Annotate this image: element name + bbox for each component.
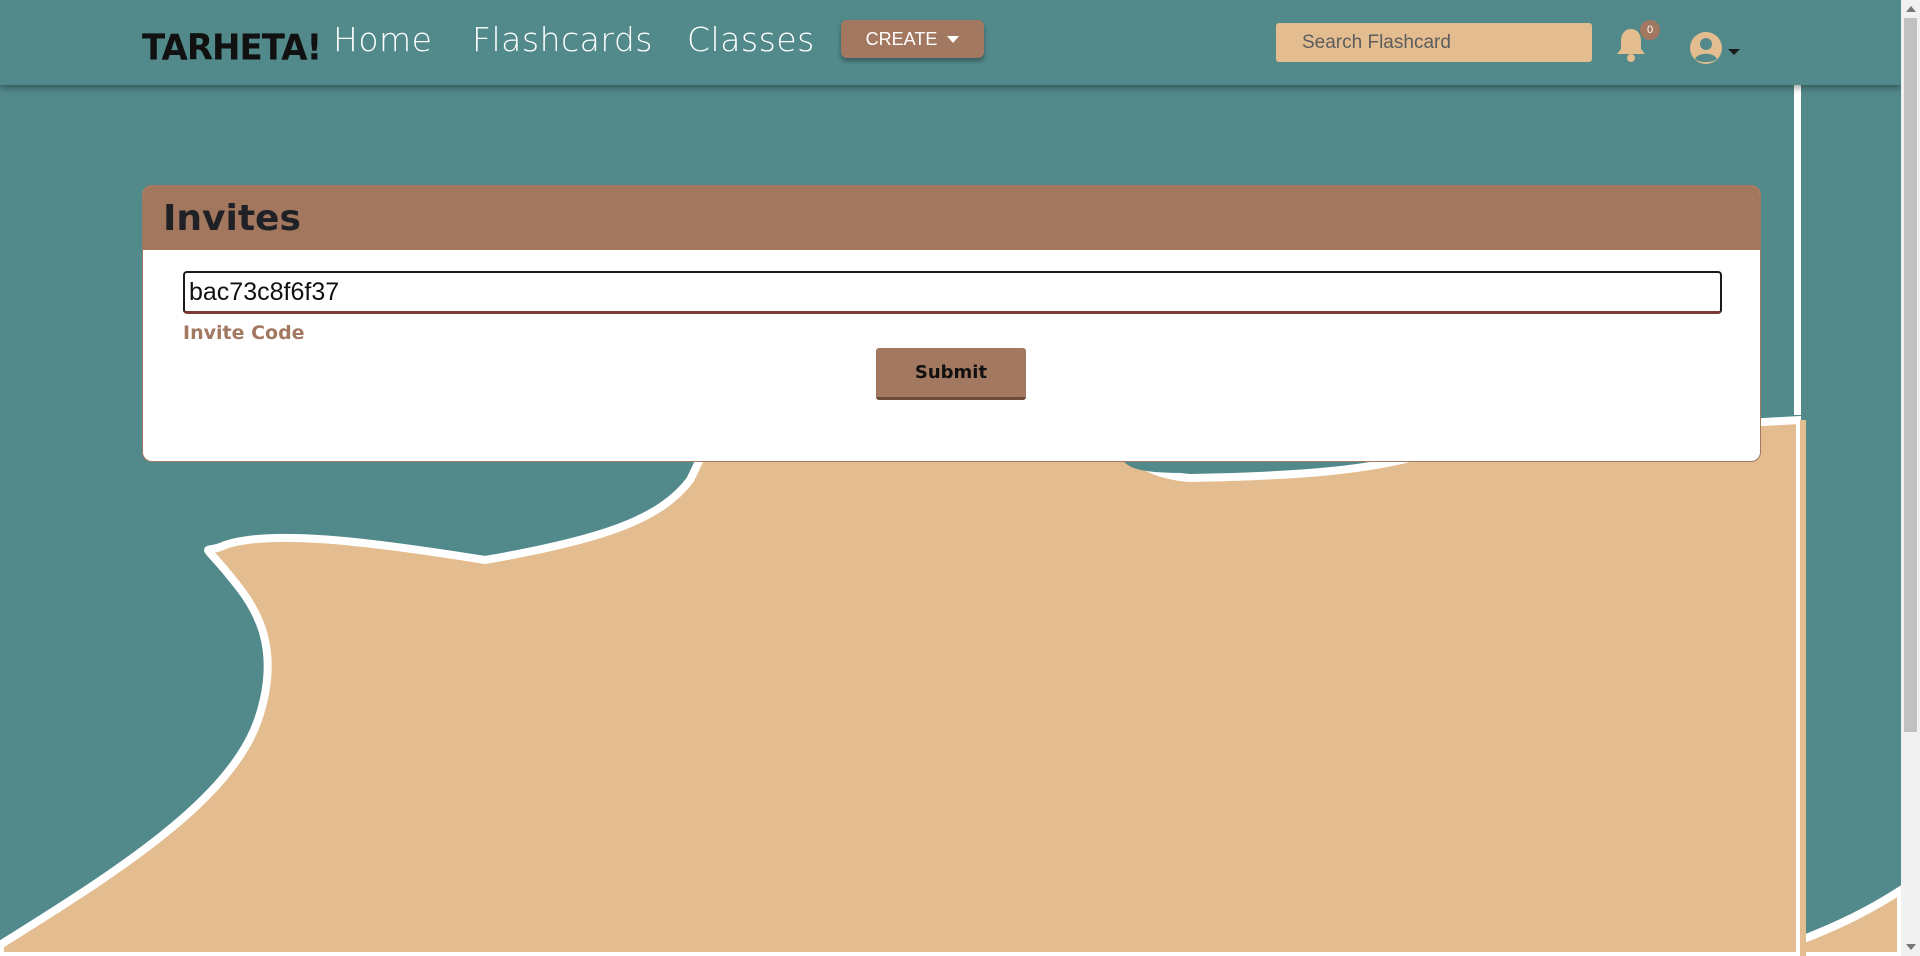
scrollbar[interactable] [1901,0,1920,956]
invite-code-label: Invite Code [183,322,305,344]
search-input[interactable] [1276,23,1592,62]
brand-logo[interactable]: TARHETA! [142,27,322,69]
nav-link-flashcards[interactable]: Flashcards [472,20,653,59]
caret-down-icon [947,35,960,43]
scroll-up-icon[interactable] [1906,6,1916,12]
nav-link-home[interactable]: Home [333,20,432,59]
nav-link-classes[interactable]: Classes [687,20,815,59]
card-title: Invites [163,197,301,239]
notification-count-badge: 0 [1640,20,1660,40]
invites-card: Invites Invite Code Submit [142,185,1761,462]
invite-code-input[interactable] [183,271,1722,314]
create-label: CREATE [865,28,938,49]
user-avatar-icon[interactable] [1688,30,1748,66]
scroll-thumb[interactable] [1904,18,1917,732]
scroll-down-icon[interactable] [1906,944,1916,950]
background-art [0,0,1920,956]
navbar: TARHETA! Home Flashcards Classes CREATE … [0,0,1901,85]
create-dropdown-button[interactable]: CREATE [841,20,984,58]
card-header: Invites [143,186,1760,250]
submit-button[interactable]: Submit [876,348,1026,400]
